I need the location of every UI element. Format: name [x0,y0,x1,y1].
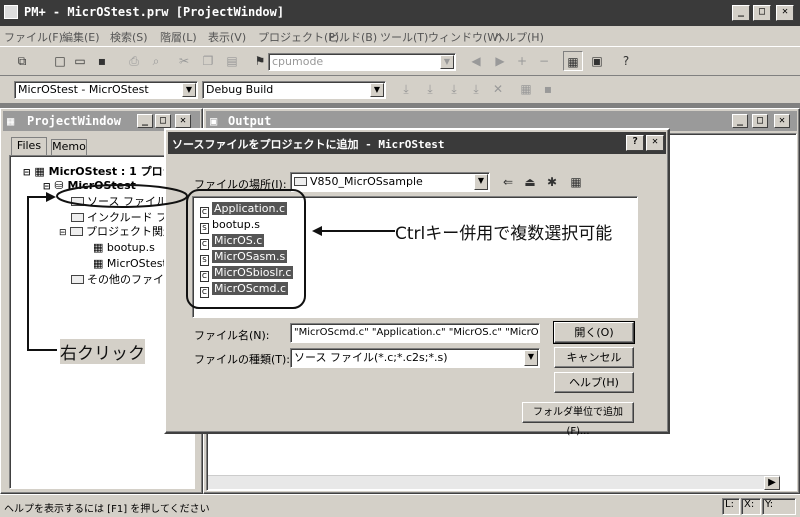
right-click-arrowhead [46,192,56,202]
right-click-arrow [27,196,57,351]
status-x: X: [741,498,761,515]
annotation-overlay [27,184,395,351]
multi-select-annotation: Ctrlキー併用で複数選択可能 [395,219,613,244]
right-click-annotation: 右クリック [60,339,145,364]
source-folder-outline [56,184,188,208]
status-bar: ヘルプを表示するには [F1] を押してください L: X: Y: [0,494,800,517]
status-text: ヘルプを表示するには [F1] を押してください [4,504,210,515]
multi-select-arrowhead [312,226,322,236]
status-l: L: [722,498,740,515]
status-y: Y: [762,498,796,515]
multi-select-outline [186,189,306,309]
